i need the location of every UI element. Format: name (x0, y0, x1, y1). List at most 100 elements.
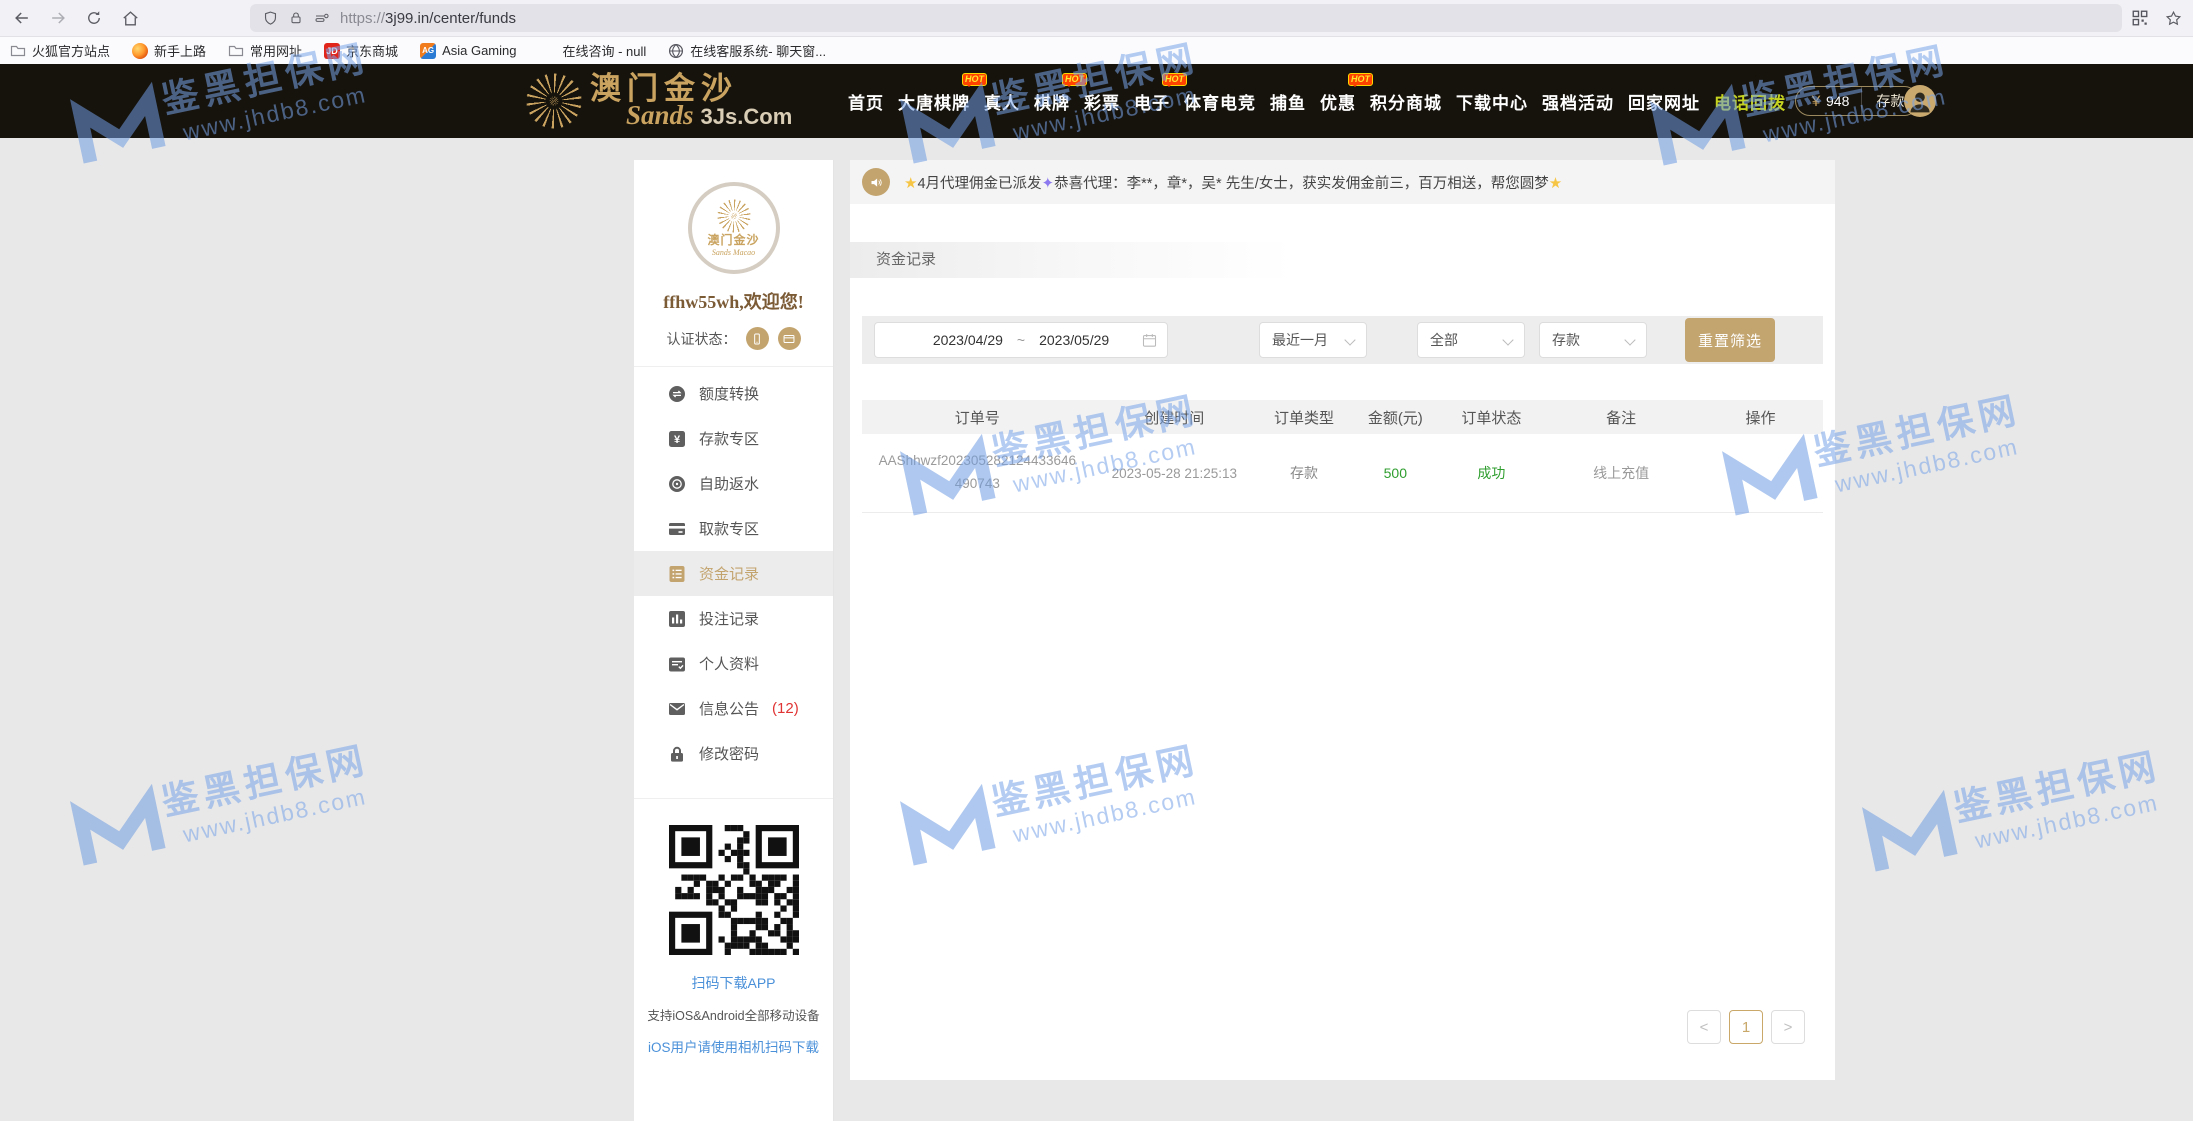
currency-symbol: ￥ (1796, 91, 1823, 111)
watermark: 鉴黑担保网www.jhdb8.com (1856, 737, 2171, 884)
sidebar-item-self-rebate[interactable]: 自助返水 (634, 461, 833, 506)
qr-section: 扫码下载APP 支持iOS&Android全部移动设备 iOS用户请使用相机扫码… (634, 798, 833, 1056)
nav-promos[interactable]: 优惠HOT (1320, 89, 1356, 114)
auth-status-label: 认证状态： (667, 329, 737, 349)
hot-badge: HOT (1348, 73, 1373, 86)
deposit-icon: ¥ (668, 430, 686, 448)
bets-icon (668, 610, 686, 628)
back-button[interactable] (8, 4, 36, 32)
folder-icon (228, 43, 244, 59)
nav-sports-esports[interactable]: 体育电竞 (1184, 89, 1256, 114)
current-page-button[interactable]: 1 (1729, 1010, 1763, 1044)
bookmark-online-service[interactable]: 在线客服系统- 聊天窗... (668, 41, 826, 60)
type-select[interactable]: 存款 (1539, 322, 1647, 358)
sidebar-item-withdraw-zone[interactable]: 取款专区 (634, 506, 833, 551)
nav-live[interactable]: 真人 (984, 89, 1020, 114)
site-header: 澳门金沙 Sands 3Js.Com 首页 大唐棋牌HOT 真人 棋牌HOT 彩… (0, 64, 2193, 138)
watermark-m-logo (64, 775, 172, 878)
logo-domain: 3Js.Com (701, 106, 793, 128)
nav-slots[interactable]: 电子HOT (1134, 89, 1170, 114)
permissions-icon (313, 10, 331, 26)
sidebar-item-deposit-zone[interactable]: ¥ 存款专区 (634, 416, 833, 461)
nav-fishing[interactable]: 捕鱼 (1270, 89, 1306, 114)
reload-icon (85, 9, 103, 27)
card-verified-icon[interactable] (778, 327, 801, 350)
site-logo[interactable]: 澳门金沙 Sands 3Js.Com (526, 73, 792, 129)
nav-points-mall[interactable]: 积分商城 (1370, 89, 1442, 114)
auth-status-row: 认证状态： (634, 327, 833, 350)
qr-download-link[interactable]: 扫码下载APP (691, 973, 775, 993)
announcement-bar: ★4月代理佣金已派发✦恭喜代理：李**，章*，吴* 先生/女士，获实发佣金前三，… (850, 160, 1835, 204)
hot-badge: HOT (1162, 73, 1187, 86)
watermark-m-logo (1856, 781, 1964, 884)
nav-datang-chess[interactable]: 大唐棋牌HOT (898, 89, 970, 114)
table-header: 订单号 创建时间 订单类型 金额(元) 订单状态 备注 操作 (862, 400, 1823, 434)
amount: 500 (1352, 465, 1438, 481)
nav-home[interactable]: 首页 (848, 89, 884, 114)
forward-icon (48, 8, 68, 28)
qr-extension-icon[interactable] (2131, 9, 2149, 27)
nav-events[interactable]: 强档活动 (1542, 89, 1614, 114)
nav-home-url[interactable]: 回家网址 (1628, 89, 1700, 114)
bookmark-firefox-official[interactable]: 火狐官方站点 (10, 41, 110, 60)
main-nav: 首页 大唐棋牌HOT 真人 棋牌HOT 彩票 电子HOT 体育电竞 捕鱼 优惠H… (848, 64, 1786, 138)
transfer-icon (668, 385, 686, 403)
date-range-input[interactable]: 2023/04/29 ~ 2023/05/29 (874, 322, 1168, 358)
divider (634, 366, 833, 367)
nav-chess[interactable]: 棋牌HOT (1034, 89, 1070, 114)
chevron-down-icon (1502, 334, 1513, 345)
reset-filter-button[interactable]: 重置筛选 (1685, 318, 1775, 362)
profile-icon (668, 655, 686, 673)
sidebar-item-quota-transfer[interactable]: 额度转换 (634, 371, 833, 416)
shield-icon (262, 10, 279, 27)
user-sidebar: 澳门金沙 Sands Macao ffhw55wh,欢迎您! 认证状态： 额度转… (634, 160, 834, 1121)
order-number: AAShhwzf202305282124433646490743 (862, 450, 1093, 496)
next-page-button[interactable]: > (1771, 1010, 1805, 1044)
back-icon (12, 8, 32, 28)
funds-icon (668, 565, 686, 583)
app-download-qr-code (669, 825, 799, 955)
phone-verified-icon[interactable] (746, 327, 769, 350)
range-select[interactable]: 最近一月 (1259, 322, 1367, 358)
balance-box: ￥ 948 存款 (1795, 86, 1919, 116)
ios-download-link[interactable]: iOS用户请使用相机扫码下载 (648, 1036, 819, 1056)
remark: 线上充值 (1544, 463, 1698, 483)
sidebar-item-messages[interactable]: 信息公告(12) (634, 686, 833, 731)
watermark: 鉴黑担保网www.jhdb8.com (64, 731, 379, 878)
bookmark-star-icon[interactable] (2164, 9, 2183, 28)
svg-text:¥: ¥ (674, 434, 681, 446)
home-button[interactable] (116, 4, 144, 32)
nav-download-center[interactable]: 下载中心 (1456, 89, 1528, 114)
bookmark-online-consult[interactable]: 在线咨询 - null (562, 41, 646, 60)
forward-button[interactable] (44, 4, 72, 32)
message-icon (668, 700, 686, 718)
nav-lottery[interactable]: 彩票 (1084, 89, 1120, 114)
bookmark-getting-started[interactable]: 新手上路 (132, 41, 206, 60)
sidebar-logo: 澳门金沙 Sands Macao (688, 182, 780, 274)
reload-button[interactable] (80, 4, 108, 32)
logo-script: Sands (626, 102, 694, 129)
bookmark-jd[interactable]: JD 京东商城 (324, 41, 398, 60)
sidebar-item-bet-record[interactable]: 投注记录 (634, 596, 833, 641)
prev-page-button[interactable]: < (1687, 1010, 1721, 1044)
withdraw-icon (668, 520, 686, 538)
url-bar[interactable]: https://3j99.in/center/funds (250, 4, 2122, 32)
user-avatar[interactable] (1904, 85, 1936, 117)
bookmark-asia-gaming[interactable]: AG Asia Gaming (420, 43, 516, 59)
created-time: 2023-05-28 21:25:13 (1093, 466, 1256, 481)
bookmarks-bar: 火狐官方站点 新手上路 常用网址 JD 京东商城 AG Asia Gaming … (0, 37, 2193, 64)
order-type: 存款 (1256, 463, 1352, 483)
home-icon (121, 9, 140, 28)
sidebar-item-profile[interactable]: 个人资料 (634, 641, 833, 686)
person-icon (1904, 85, 1936, 117)
sidebar-item-change-password[interactable]: 修改密码 (634, 731, 833, 776)
sidebar-item-funds-record[interactable]: 资金记录 (634, 551, 833, 596)
lock-icon (288, 10, 304, 26)
bookmark-common-sites[interactable]: 常用网址 (228, 41, 302, 60)
order-status: 成功 (1439, 463, 1545, 483)
chevron-down-icon (1624, 334, 1635, 345)
nav-phone-callback[interactable]: 电话回拨 (1714, 89, 1786, 114)
lock-icon (668, 745, 686, 763)
page-title: 资金记录 (850, 242, 1835, 278)
category-select[interactable]: 全部 (1417, 322, 1525, 358)
